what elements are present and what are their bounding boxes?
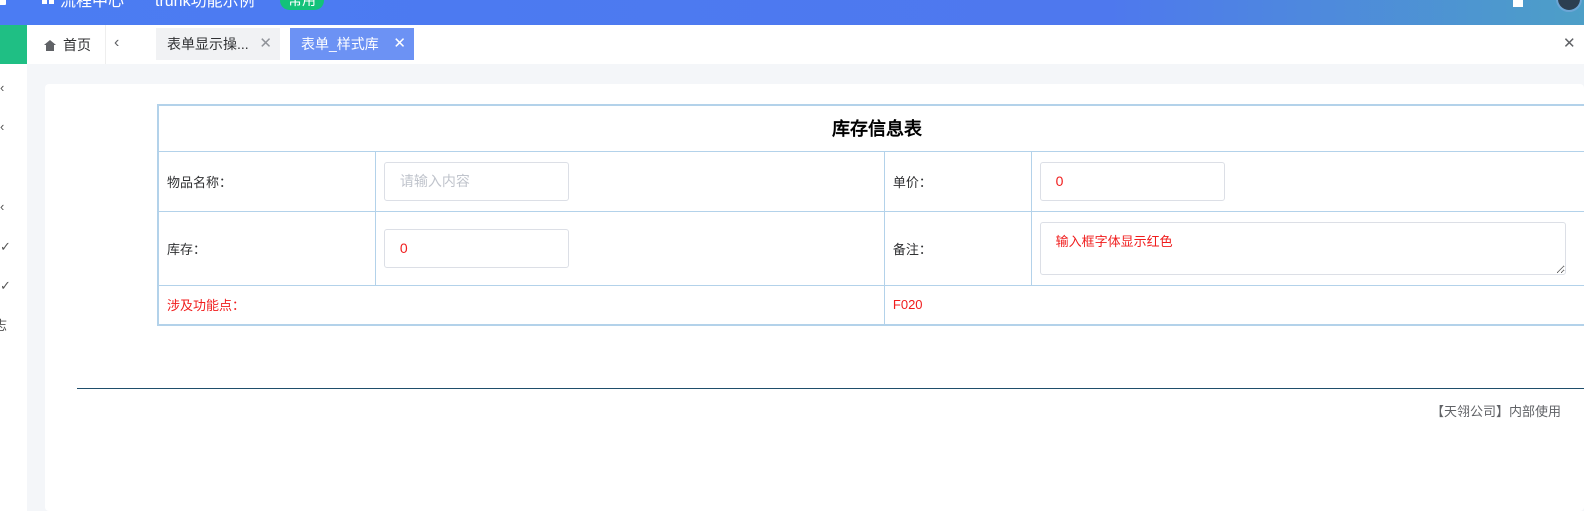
menu-icon[interactable]	[0, 0, 6, 5]
sidebar: ‹ ‹ ‹ ✓ ✓ 志	[0, 25, 27, 511]
inventory-form-table: 库存信息表 物品名称： 单价： 库存： 备注： 输入框字体显示红色 涉及功能点：…	[157, 104, 1584, 326]
nav-item-process-center[interactable]: 流程中心	[42, 0, 124, 11]
price-cell	[1030, 150, 1584, 212]
chevron-left-icon[interactable]: ‹	[0, 81, 4, 95]
check-icon[interactable]: ✓	[0, 240, 11, 254]
stock-label: 库存：	[157, 210, 376, 286]
item-name-cell	[374, 150, 885, 212]
feature-value: F020	[883, 284, 1584, 326]
item-name-input[interactable]	[383, 161, 569, 201]
chevron-left-icon[interactable]: ‹	[0, 200, 4, 214]
common-badge[interactable]: 常用	[280, 0, 324, 10]
tab-form-display[interactable]: 表单显示操... ✕	[156, 28, 280, 60]
price-label: 单价：	[883, 150, 1032, 212]
footer-divider	[77, 388, 1584, 389]
top-navbar: 流程中心 trunk功能示例 常用	[0, 0, 1584, 25]
feature-label: 涉及功能点：	[157, 284, 885, 326]
footer-text: 【天翎公司】内部使用	[1431, 404, 1562, 419]
tab-bar: 首页 ‹ 表单显示操... ✕ 表单_样式库 ✕ ✕	[27, 25, 1584, 64]
form-title: 库存信息表	[157, 104, 1584, 152]
stock-input[interactable]	[383, 228, 569, 268]
price-input[interactable]	[1039, 161, 1225, 201]
stock-cell	[374, 210, 885, 286]
grid-icon	[42, 0, 54, 4]
sidebar-item-label[interactable]: 志	[0, 319, 7, 333]
check-icon[interactable]: ✓	[0, 279, 11, 293]
chevron-left-icon[interactable]: ‹	[114, 34, 119, 52]
close-icon[interactable]: ✕	[259, 28, 272, 60]
remark-textarea[interactable]: 输入框字体显示红色	[1039, 221, 1566, 275]
tab-divider	[105, 25, 106, 64]
close-icon[interactable]: ✕	[393, 28, 406, 60]
tab-home[interactable]: 首页	[44, 35, 91, 55]
content-panel: 库存信息表 物品名称： 单价： 库存： 备注： 输入框字体显示红色 涉及功能点：…	[45, 84, 1584, 511]
tab-form-style-library[interactable]: 表单_样式库 ✕	[290, 28, 414, 60]
remark-label: 备注：	[883, 210, 1032, 286]
fullscreen-icon[interactable]	[1513, 0, 1523, 7]
item-name-label: 物品名称：	[157, 150, 376, 212]
sidebar-active-item[interactable]	[0, 25, 27, 64]
nav-item-trunk-demo[interactable]: trunk功能示例	[155, 0, 255, 11]
remark-cell: 输入框字体显示红色	[1030, 210, 1584, 286]
home-icon	[44, 40, 56, 51]
avatar[interactable]	[1556, 0, 1582, 12]
close-all-icon[interactable]: ✕	[1563, 34, 1576, 52]
chevron-left-icon[interactable]: ‹	[0, 120, 4, 134]
